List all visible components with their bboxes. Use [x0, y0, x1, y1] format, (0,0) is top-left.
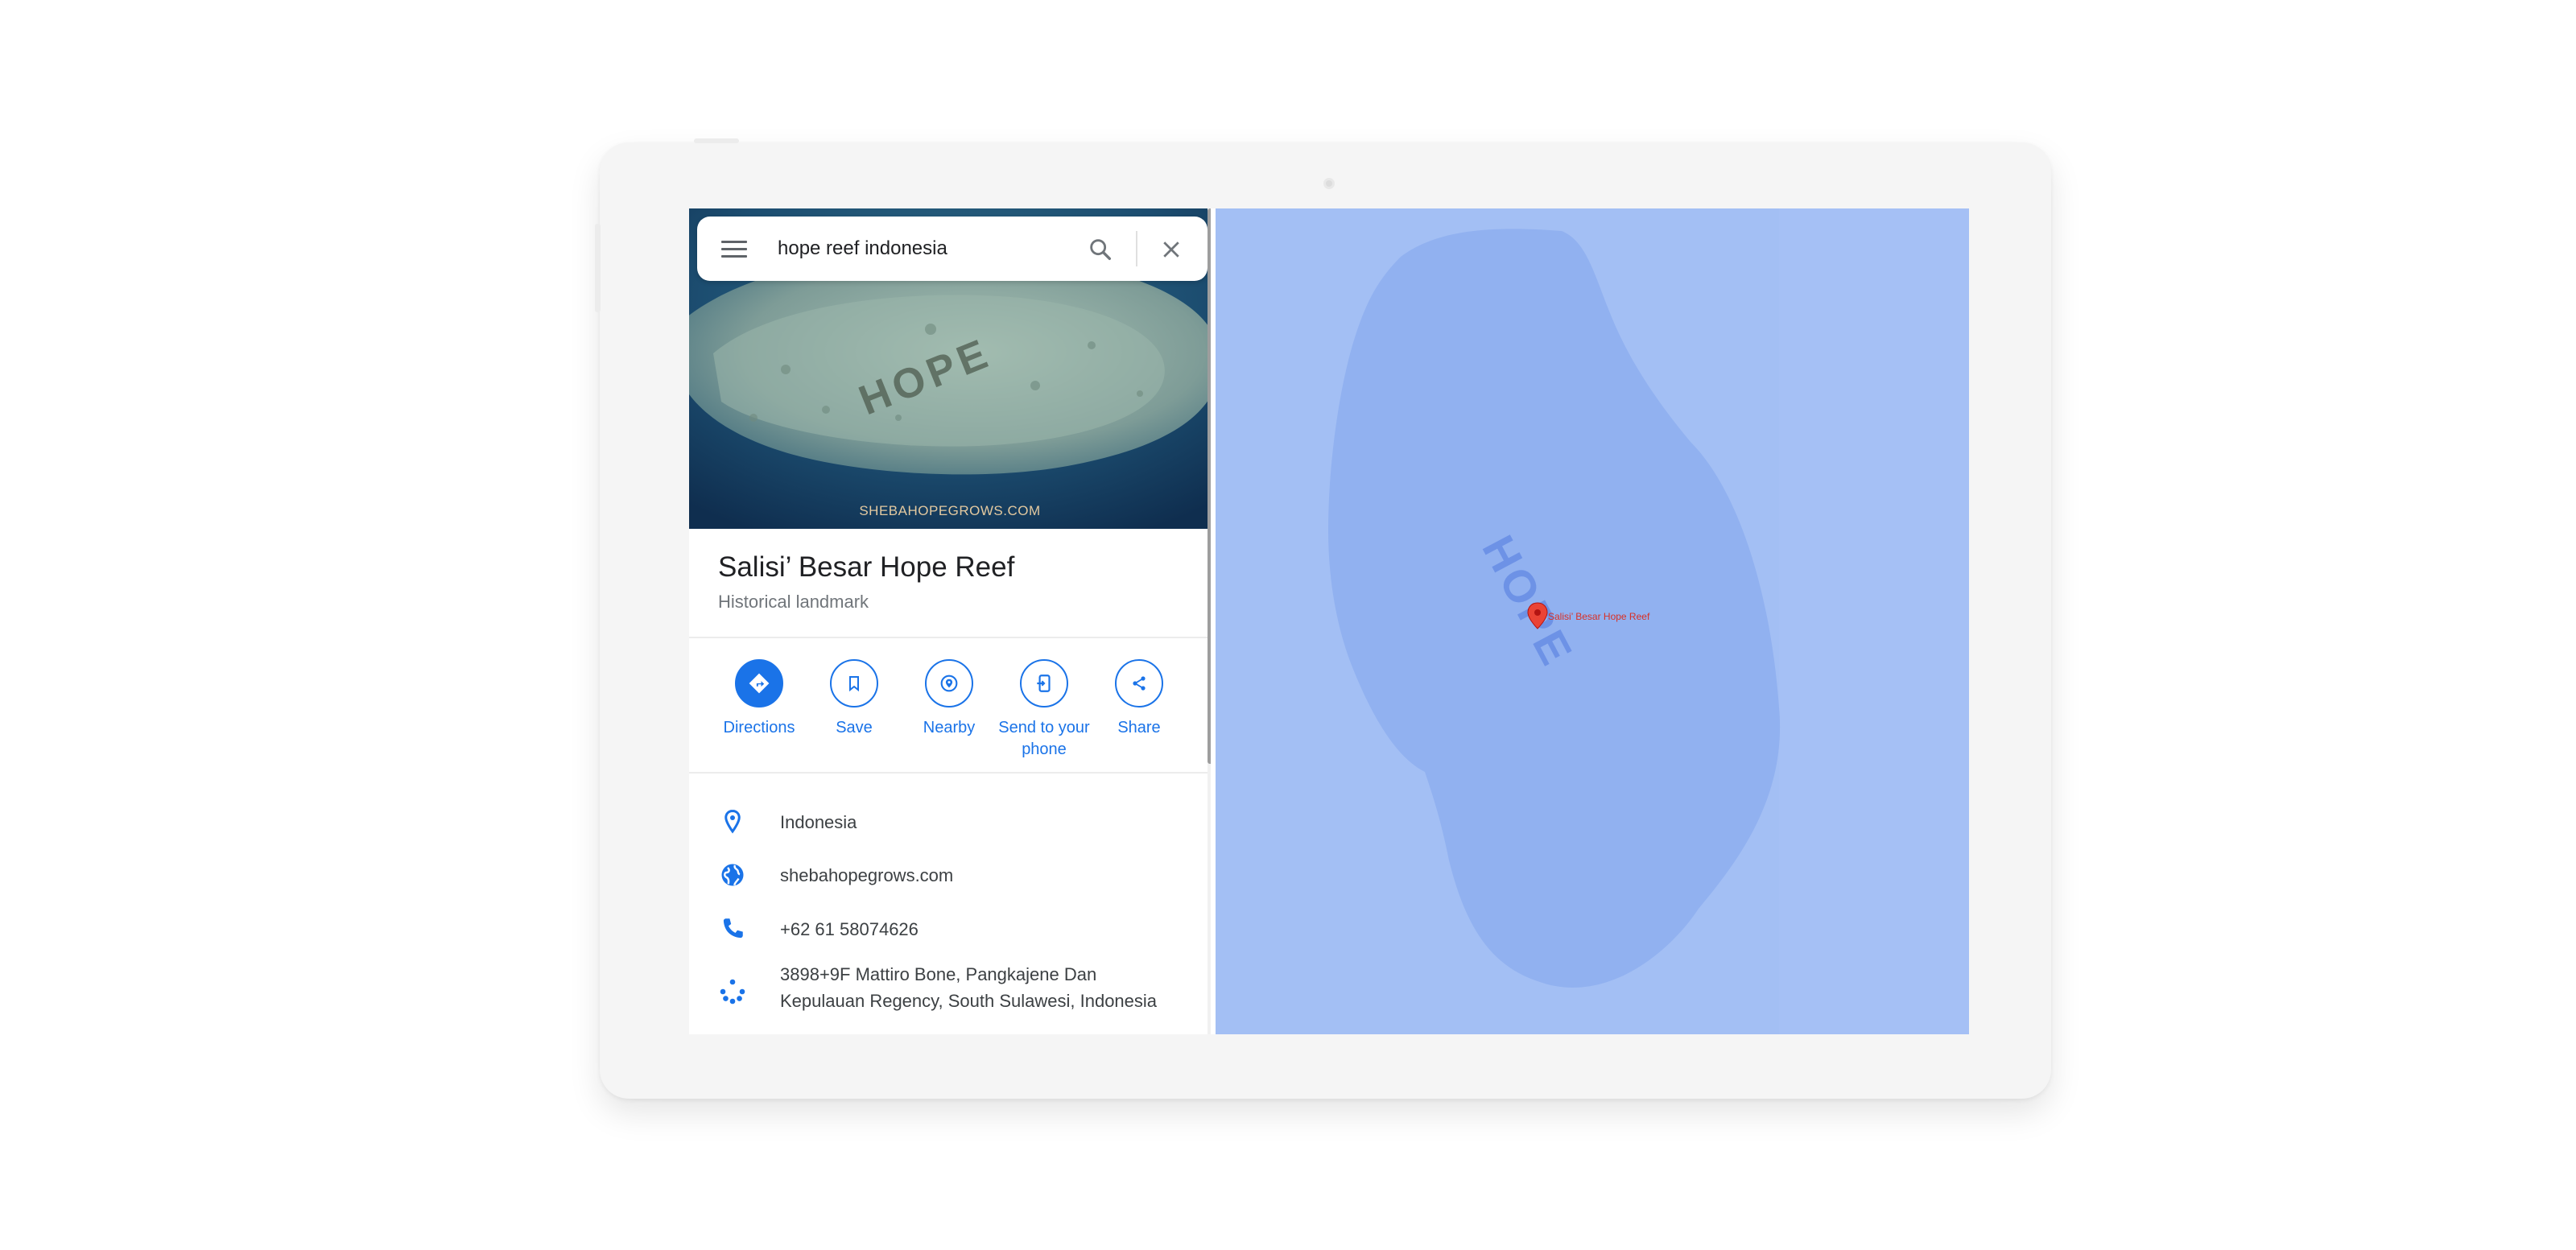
phone-text: +62 61 58074626 — [780, 919, 919, 939]
website-row[interactable]: shebahopegrows.com — [689, 857, 1211, 897]
nearby-button[interactable]: Nearby — [901, 659, 997, 739]
send-to-phone-label: Send to your phone — [998, 719, 1090, 758]
divider — [689, 637, 1211, 638]
divider — [689, 772, 1211, 774]
globe-icon — [721, 864, 744, 886]
place-title: Salisi’ Besar Hope Reef — [718, 551, 1015, 583]
directions-button[interactable]: Directions — [711, 659, 807, 739]
search-bar — [697, 217, 1208, 281]
tablet-top-button — [694, 138, 739, 143]
photo-credit: SHEBAHOPEGROWS.COM — [859, 503, 1041, 518]
send-to-phone-button[interactable]: Send to your phone — [996, 659, 1092, 761]
bookmark-icon — [849, 676, 859, 692]
phone-icon — [723, 918, 743, 939]
panel-scrollbar-thumb[interactable] — [1208, 208, 1211, 764]
front-camera — [1323, 178, 1335, 189]
share-button[interactable]: Share — [1091, 659, 1187, 739]
map-canvas[interactable]: HOPE Salisi’ Besar Hope Reef — [1216, 208, 1969, 1034]
map-marker-label[interactable]: Salisi’ Besar Hope Reef — [1548, 611, 1649, 622]
address-text: Indonesia — [780, 812, 857, 832]
place-panel: HOPE SHEBAHOPEGROWS.COM Salisi’ Besar Ho… — [689, 208, 1211, 1034]
nearby-label: Nearby — [923, 719, 976, 736]
tablet-side-button — [595, 224, 601, 312]
plus-code-line2: Kepulauan Regency, South Sulawesi, Indon… — [780, 991, 1158, 1011]
website-text: shebahopegrows.com — [780, 865, 954, 885]
place-category: Historical landmark — [718, 592, 869, 612]
plus-code-row[interactable]: 3898+9F Mattiro Bone, Pangkajene Dan Kep… — [689, 961, 1211, 1025]
save-button[interactable]: Save — [806, 659, 902, 739]
plus-code-line1: 3898+9F Mattiro Bone, Pangkajene Dan — [780, 964, 1097, 984]
location-pin-icon — [724, 809, 741, 834]
save-label: Save — [836, 719, 873, 736]
share-label: Share — [1117, 719, 1161, 736]
search-icon[interactable] — [1087, 236, 1114, 263]
directions-label: Directions — [723, 719, 795, 736]
tablet-screen: HOPE SHEBAHOPEGROWS.COM Salisi’ Besar Ho… — [689, 208, 1969, 1034]
nearby-icon — [940, 675, 958, 692]
phone-row[interactable]: +62 61 58074626 — [689, 911, 1211, 951]
address-row[interactable]: Indonesia — [689, 804, 1211, 844]
menu-icon[interactable] — [721, 241, 747, 258]
close-icon[interactable] — [1159, 237, 1183, 262]
search-input[interactable] — [778, 234, 1067, 263]
send-to-phone-icon — [1037, 675, 1051, 692]
share-icon — [1133, 676, 1146, 691]
plus-code-icon — [720, 979, 745, 1005]
directions-icon — [749, 673, 770, 694]
search-divider — [1136, 231, 1137, 266]
